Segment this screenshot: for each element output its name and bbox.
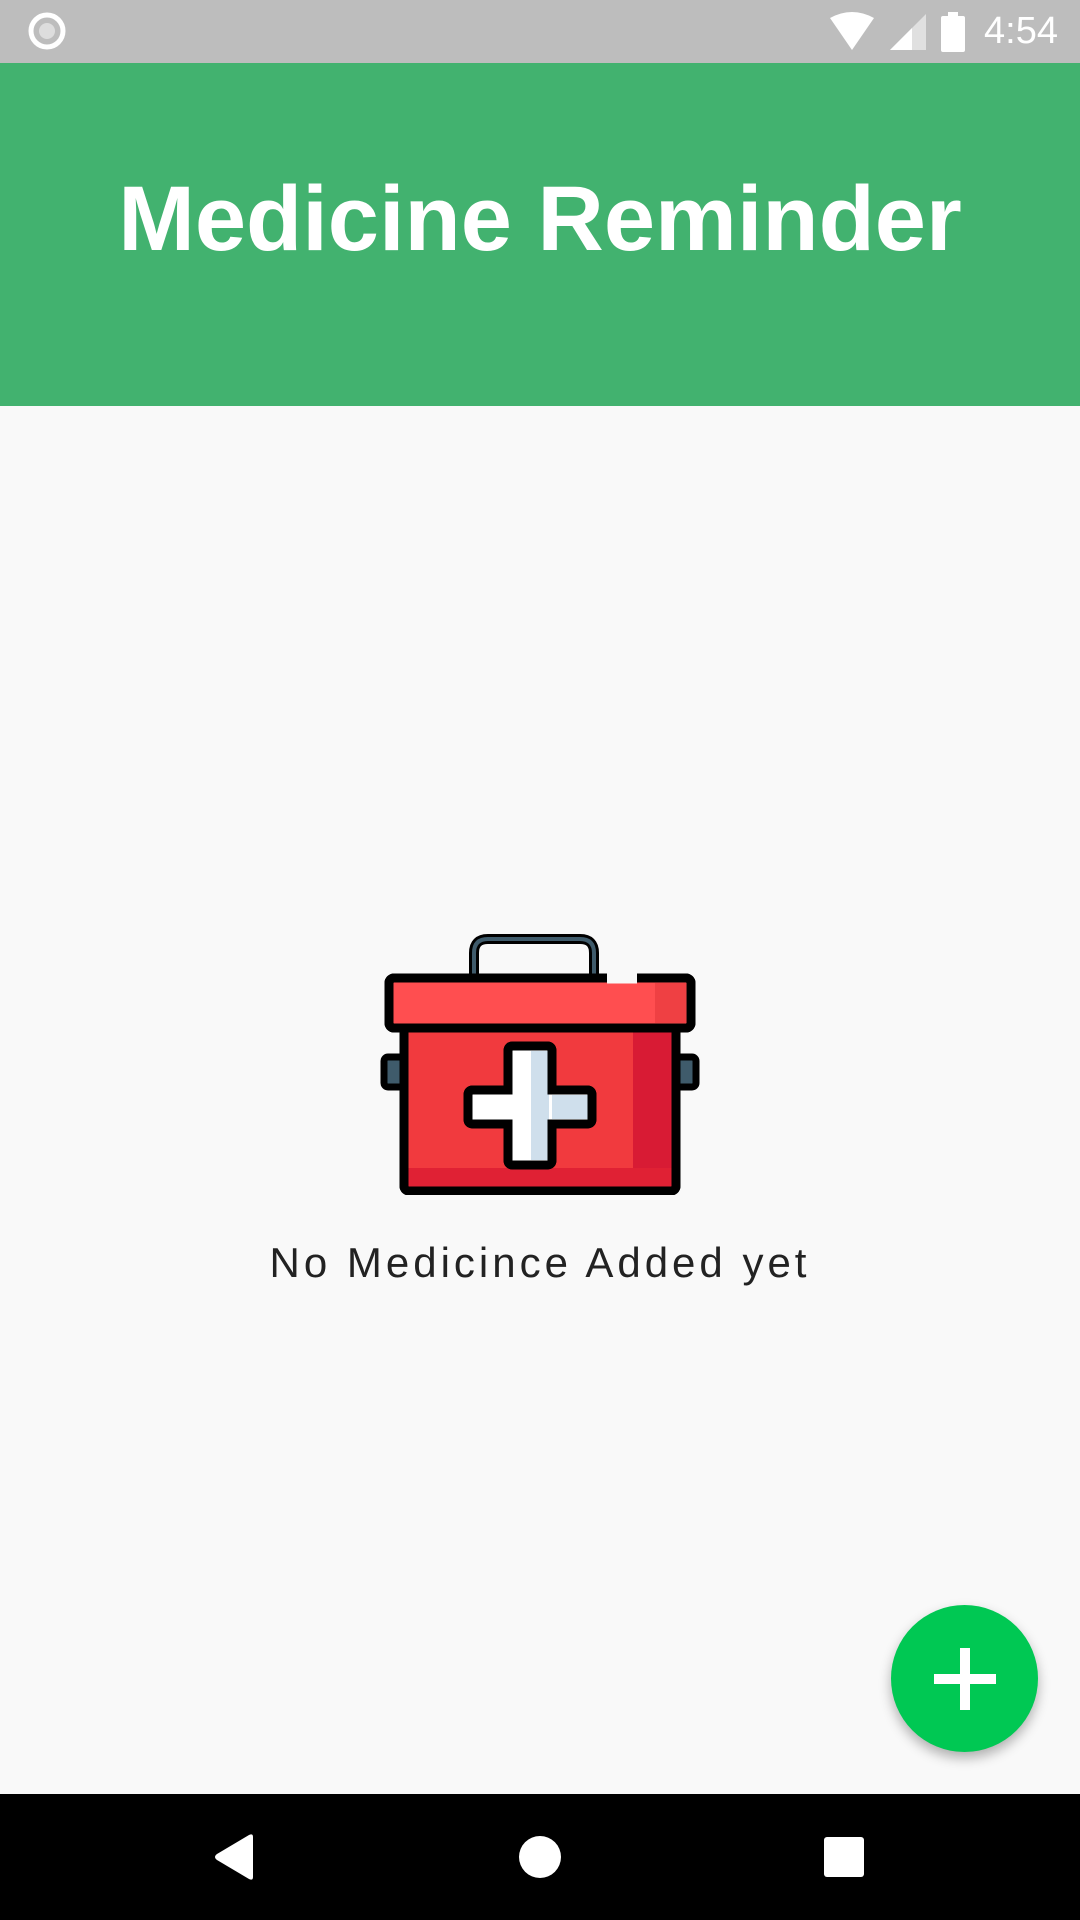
back-icon xyxy=(215,1834,253,1880)
wifi-icon xyxy=(830,11,875,50)
first-aid-kit-icon xyxy=(380,934,700,1195)
battery-icon xyxy=(941,11,966,52)
app-title: Medicine Reminder xyxy=(118,168,962,270)
screen: 4:54 Medicine Reminder No Medicince Adde… xyxy=(0,0,1080,1920)
status-icons: 4:54 xyxy=(828,0,1058,63)
recents-button[interactable] xyxy=(769,1794,919,1920)
back-button[interactable] xyxy=(160,1794,310,1920)
home-icon xyxy=(519,1836,561,1878)
signal-icon xyxy=(890,13,927,50)
home-button[interactable] xyxy=(465,1794,615,1920)
app-bar: Medicine Reminder xyxy=(0,63,1080,406)
status-bar: 4:54 xyxy=(0,0,1080,63)
navigation-bar xyxy=(0,1794,1080,1920)
empty-state: No Medicince Added yet xyxy=(0,925,1080,1287)
record-icon xyxy=(28,12,66,50)
empty-message: No Medicince Added yet xyxy=(269,1239,811,1286)
plus-icon xyxy=(933,1647,996,1710)
status-time: 4:54 xyxy=(984,10,1058,52)
add-medicine-button[interactable] xyxy=(891,1605,1038,1752)
recents-icon xyxy=(824,1837,864,1877)
